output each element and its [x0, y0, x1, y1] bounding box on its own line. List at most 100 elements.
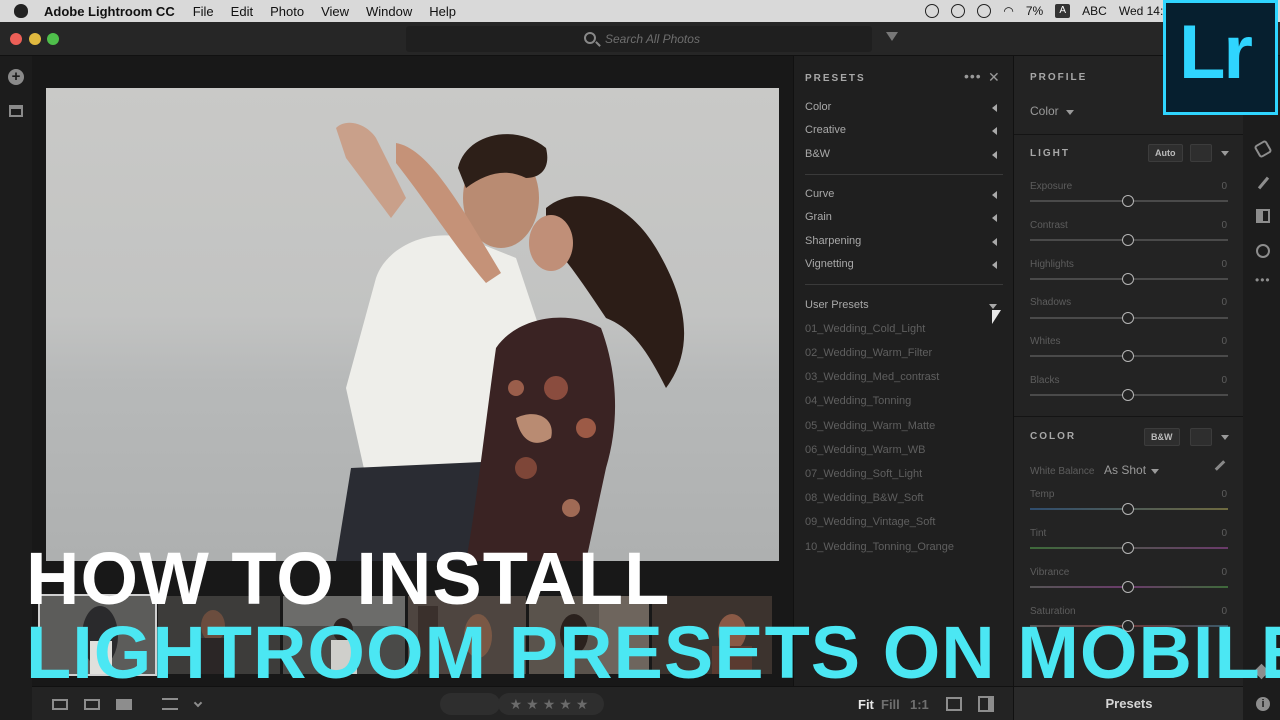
input-source-icon[interactable]: A — [1055, 4, 1071, 18]
highlights-slider[interactable] — [1030, 273, 1228, 285]
user-preset-item[interactable]: 04_Wedding_Tonning — [805, 395, 911, 407]
zoom-fill-button[interactable]: Fill — [881, 697, 900, 712]
auto-button[interactable]: Auto — [1148, 144, 1183, 162]
slider-value-vibrance[interactable]: 0 — [1221, 567, 1227, 578]
eyedropper-icon[interactable] — [1214, 460, 1226, 471]
slider-thumb[interactable] — [1122, 389, 1134, 401]
preset-group-creative[interactable]: Creative — [805, 124, 997, 140]
temp-slider[interactable] — [1030, 503, 1228, 515]
contrast-slider[interactable] — [1030, 234, 1228, 246]
chevron-down-icon[interactable] — [1221, 151, 1229, 156]
preset-group-sharpening[interactable]: Sharpening — [805, 235, 997, 251]
tone-curve-icon[interactable] — [1190, 144, 1212, 162]
minimize-window-button[interactable] — [29, 33, 41, 45]
user-preset-item[interactable]: 01_Wedding_Cold_Light — [805, 323, 925, 335]
add-photos-icon[interactable]: + — [8, 69, 24, 85]
user-preset-item[interactable]: 03_Wedding_Med_contrast — [805, 371, 939, 383]
user-preset-item[interactable]: 07_Wedding_Soft_Light — [805, 468, 922, 480]
apple-icon[interactable] — [14, 4, 28, 18]
slider-thumb[interactable] — [1122, 581, 1134, 593]
user-preset-item[interactable]: 06_Wedding_Warm_WB — [805, 444, 925, 456]
slider-value-whites[interactable]: 0 — [1221, 336, 1227, 347]
zoom-one-to-one-button[interactable]: 1:1 — [910, 697, 929, 712]
more-options-icon[interactable]: ••• — [964, 68, 982, 84]
more-tools-icon[interactable]: ••• — [1255, 273, 1271, 287]
profile-dropdown[interactable]: Color — [1030, 104, 1059, 118]
slider-thumb[interactable] — [1122, 503, 1134, 515]
white-balance-dropdown[interactable]: As Shot — [1104, 463, 1146, 477]
bw-button[interactable]: B&W — [1144, 428, 1180, 446]
menu-view[interactable]: View — [321, 4, 349, 19]
sort-icon[interactable] — [162, 698, 178, 710]
tint-slider[interactable] — [1030, 542, 1228, 554]
shadows-slider[interactable] — [1030, 312, 1228, 324]
blacks-slider[interactable] — [1030, 389, 1228, 401]
user-preset-item[interactable]: 05_Wedding_Warm_Matte — [805, 420, 935, 432]
user-preset-item[interactable]: 02_Wedding_Warm_Filter — [805, 347, 932, 359]
menu-help[interactable]: Help — [429, 4, 456, 19]
linear-gradient-icon[interactable] — [1256, 209, 1270, 223]
preset-group-bw[interactable]: B&W — [805, 148, 997, 164]
exposure-slider[interactable] — [1030, 195, 1228, 207]
slider-value-tint[interactable]: 0 — [1221, 528, 1227, 539]
chevron-left-icon — [992, 238, 997, 246]
slider-value-contrast[interactable]: 0 — [1221, 220, 1227, 231]
preset-group-label: Color — [805, 101, 832, 113]
creative-cloud-icon[interactable] — [951, 4, 966, 18]
slider-value-temp[interactable]: 0 — [1221, 489, 1227, 500]
square-grid-icon[interactable] — [52, 699, 68, 710]
detail-view-icon[interactable] — [116, 699, 132, 710]
battery-percent[interactable]: 7% — [1026, 4, 1043, 18]
slider-thumb[interactable] — [1122, 542, 1134, 554]
wifi-icon[interactable]: ◠ — [1003, 4, 1013, 18]
filter-icon[interactable] — [886, 32, 898, 41]
input-source-label[interactable]: ABC — [1082, 4, 1107, 18]
info-icon[interactable]: i — [1256, 697, 1270, 711]
menu-photo[interactable]: Photo — [270, 4, 304, 19]
chevron-down-icon[interactable] — [1221, 435, 1229, 440]
close-window-button[interactable] — [10, 33, 22, 45]
search-field[interactable]: Search All Photos — [406, 26, 872, 52]
app-name-menu[interactable]: Adobe Lightroom CC — [44, 4, 175, 19]
albums-icon[interactable] — [9, 105, 23, 117]
vibrance-slider[interactable] — [1030, 581, 1228, 593]
slider-thumb[interactable] — [1122, 312, 1134, 324]
app-window: Adobe Lightroom CC File Edit Photo View … — [0, 0, 1280, 720]
menu-edit[interactable]: Edit — [231, 4, 253, 19]
radial-gradient-icon[interactable] — [1256, 244, 1270, 258]
slider-thumb[interactable] — [1122, 350, 1134, 362]
compare-icon[interactable] — [946, 697, 962, 711]
zoom-window-button[interactable] — [47, 33, 59, 45]
star-rating[interactable]: ★★★★★ — [498, 693, 604, 715]
user-preset-item[interactable]: 10_Wedding_Tonning_Orange — [805, 541, 954, 553]
sync-icon[interactable] — [977, 4, 992, 18]
slider-thumb[interactable] — [1122, 234, 1134, 246]
healing-brush-icon[interactable] — [1253, 139, 1273, 159]
brush-icon[interactable] — [1257, 176, 1270, 190]
preset-group-curve[interactable]: Curve — [805, 188, 997, 204]
slider-thumb[interactable] — [1122, 195, 1134, 207]
menu-file[interactable]: File — [193, 4, 214, 19]
preset-group-vignetting[interactable]: Vignetting — [805, 258, 997, 274]
close-icon[interactable]: ✕ — [988, 69, 1000, 86]
user-preset-item[interactable]: 09_Wedding_Vintage_Soft — [805, 516, 935, 528]
zoom-fit-button[interactable]: Fit — [858, 697, 874, 712]
preset-group-grain[interactable]: Grain — [805, 211, 997, 227]
before-after-icon[interactable] — [978, 696, 994, 712]
record-icon[interactable] — [925, 4, 940, 18]
preset-group-color[interactable]: Color — [805, 101, 997, 117]
menu-window[interactable]: Window — [366, 4, 412, 19]
slider-value-highlights[interactable]: 0 — [1221, 259, 1227, 270]
preset-group-user-presets[interactable]: User Presets — [805, 299, 997, 315]
photo-grid-icon[interactable] — [84, 699, 100, 710]
user-preset-item[interactable]: 08_Wedding_B&W_Soft — [805, 492, 923, 504]
slider-thumb[interactable] — [1122, 273, 1134, 285]
slider-value-blacks[interactable]: 0 — [1221, 375, 1227, 386]
whites-slider[interactable] — [1030, 350, 1228, 362]
slider-value-shadows[interactable]: 0 — [1221, 297, 1227, 308]
main-photo[interactable] — [46, 88, 779, 561]
sort-dropdown-icon[interactable] — [193, 698, 203, 708]
slider-value-exposure[interactable]: 0 — [1221, 181, 1227, 192]
flag-buttons[interactable] — [440, 693, 500, 715]
color-mixer-icon[interactable] — [1190, 428, 1212, 446]
